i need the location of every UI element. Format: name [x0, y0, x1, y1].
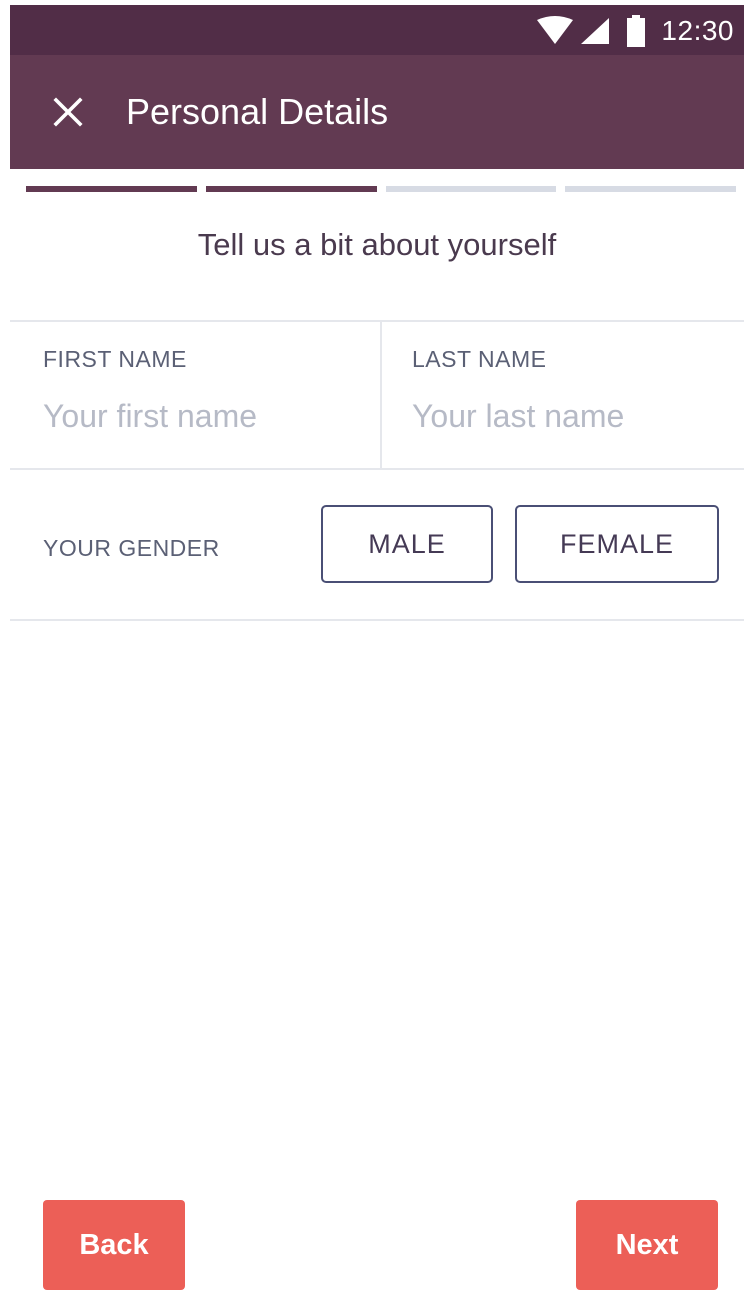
progress-step-1 — [26, 186, 197, 192]
gender-label: YOUR GENDER — [43, 535, 220, 561]
male-button[interactable]: MALE — [321, 505, 493, 583]
last-name-group: LAST NAME — [382, 322, 744, 468]
first-name-label: FIRST NAME — [43, 346, 187, 372]
progress-step-2 — [205, 186, 377, 192]
first-name-input[interactable] — [43, 398, 363, 435]
progress-step-3 — [385, 186, 557, 192]
battery-icon — [627, 15, 646, 47]
app-screen: 12:30 Personal Details Tell us a bit abo… — [10, 5, 744, 1302]
app-bar: Personal Details — [10, 55, 744, 169]
first-name-group: FIRST NAME — [10, 322, 380, 468]
gender-row: YOUR GENDER MALE FEMALE — [10, 470, 744, 620]
last-name-input[interactable] — [412, 398, 732, 435]
wifi-icon — [537, 16, 574, 44]
signal-icon — [581, 18, 610, 44]
close-icon — [53, 97, 83, 127]
step-progress — [26, 186, 736, 192]
page-title: Personal Details — [126, 91, 389, 132]
status-bar: 12:30 — [10, 5, 744, 55]
status-icons: 12:30 — [535, 13, 734, 49]
progress-step-4 — [565, 186, 736, 192]
form-subtitle: Tell us a bit about yourself — [197, 227, 557, 262]
last-name-label: LAST NAME — [412, 346, 547, 372]
next-button[interactable]: Next — [576, 1200, 718, 1290]
female-button[interactable]: FEMALE — [515, 505, 719, 583]
divider — [10, 619, 744, 621]
name-fields-row: FIRST NAME LAST NAME — [10, 322, 744, 468]
close-button[interactable] — [45, 89, 91, 135]
status-time: 12:30 — [661, 15, 734, 46]
back-button[interactable]: Back — [43, 1200, 185, 1290]
